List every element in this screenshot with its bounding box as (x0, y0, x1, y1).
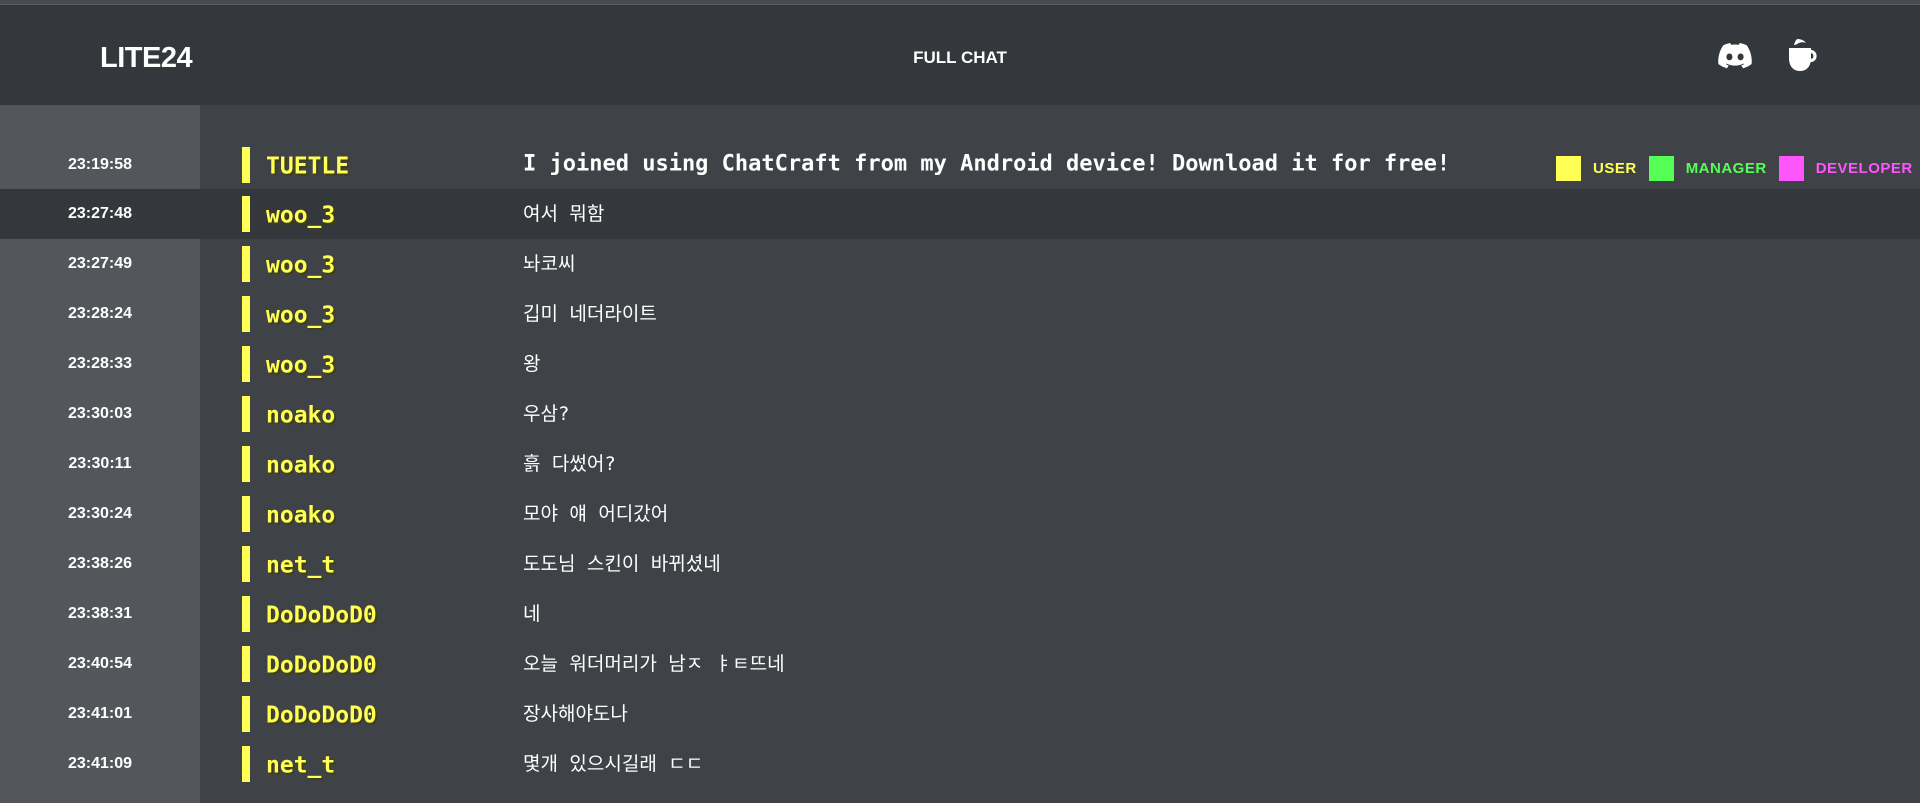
chat-row: 23:28:24 woo_3 깁미 네더라이트 (0, 289, 1920, 339)
message-text: I joined using ChatCraft from my Android… (523, 150, 1451, 176)
message-text: 흙 다썼어? (523, 453, 616, 476)
discord-icon[interactable] (1718, 42, 1752, 70)
chat-log[interactable]: 23:19:58 TUETLE I joined using ChatCraft… (0, 140, 1920, 789)
chat-row: 23:41:01 DoDoDoD0 장사해야도나 (0, 689, 1920, 739)
timestamp: 23:41:09 (67, 755, 133, 772)
user-role-bar (242, 446, 250, 482)
chat-row: 23:41:09 net_t 몇개 있으시길래 ㄷㄷ (0, 739, 1920, 789)
timestamp: 23:28:33 (67, 355, 133, 372)
chat-row: 23:28:33 woo_3 왕 (0, 339, 1920, 389)
user-role-bar (242, 696, 250, 732)
timestamp: 23:30:11 (68, 455, 132, 472)
message-text: 깁미 네더라이트 (523, 303, 657, 326)
username[interactable]: DoDoDoD0 (266, 652, 377, 678)
chat-row: 23:30:03 noako 우삼? (0, 389, 1920, 439)
user-role-bar (242, 196, 250, 232)
timestamp: 23:30:24 (67, 505, 133, 522)
message-text: 몇개 있으시길래 ㄷㄷ (523, 753, 704, 776)
username[interactable]: noako (266, 402, 335, 428)
username[interactable]: net_t (266, 552, 335, 578)
message-text: 여서 뭐함 (523, 203, 605, 226)
message-text: 우삼? (523, 403, 570, 426)
user-role-bar (242, 396, 250, 432)
message-text: 왕 (523, 353, 541, 376)
message-text: 모야 얘 어디갔어 (523, 503, 669, 526)
user-role-bar (242, 496, 250, 532)
username[interactable]: woo_3 (266, 302, 335, 328)
timestamp: 23:41:01 (67, 705, 133, 722)
username[interactable]: DoDoDoD0 (266, 602, 377, 628)
user-role-bar (242, 296, 250, 332)
coffee-icon[interactable] (1786, 38, 1820, 74)
username[interactable]: net_t (266, 752, 335, 778)
timestamp: 23:38:31 (67, 605, 133, 622)
user-role-bar (242, 346, 250, 382)
chat-row: 23:40:54 DoDoDoD0 오늘 워더머리가 남ㅈ ㅑㅌ뜨네 (0, 639, 1920, 689)
chat-row: 23:30:24 noako 모야 얘 어디갔어 (0, 489, 1920, 539)
chat-row: 23:30:11 noako 흙 다썼어? (0, 439, 1920, 489)
username[interactable]: noako (266, 502, 335, 528)
chat-row: 23:27:49 woo_3 놔코씨 (0, 239, 1920, 289)
timestamp: 23:30:03 (67, 405, 133, 422)
page-title: FULL CHAT (913, 48, 1007, 67)
timestamp: 23:19:58 (67, 155, 133, 173)
timestamp: 23:28:24 (67, 305, 133, 322)
username[interactable]: TUETLE (266, 153, 349, 179)
message-text: 장사해야도나 (523, 703, 628, 726)
chat-row: 23:19:58 TUETLE I joined using ChatCraft… (0, 140, 1920, 189)
app-header: LITE24 FULL CHAT (0, 5, 1920, 105)
user-role-bar (242, 596, 250, 632)
timestamp: 23:27:49 (67, 255, 133, 272)
message-text: 놔코씨 (523, 253, 576, 276)
user-role-bar (242, 546, 250, 582)
username[interactable]: noako (266, 452, 335, 478)
user-role-bar (242, 146, 250, 183)
user-role-bar (242, 646, 250, 682)
user-role-bar (242, 746, 250, 782)
message-text: 오늘 워더머리가 남ㅈ ㅑㅌ뜨네 (523, 653, 785, 676)
chat-row: 23:27:48 woo_3 여서 뭐함 (0, 189, 1920, 239)
username[interactable]: woo_3 (266, 252, 335, 278)
username[interactable]: woo_3 (266, 202, 335, 228)
message-text: 도도님 스킨이 바뀌셨네 (523, 553, 721, 576)
timestamp: 23:40:54 (67, 655, 133, 672)
user-role-bar (242, 246, 250, 282)
chat-row: 23:38:26 net_t 도도님 스킨이 바뀌셨네 (0, 539, 1920, 589)
chat-row: 23:38:31 DoDoDoD0 네 (0, 589, 1920, 639)
timestamp: 23:38:26 (67, 555, 133, 572)
timestamp: 23:27:48 (0, 189, 200, 239)
message-text: 네 (523, 603, 541, 626)
username[interactable]: DoDoDoD0 (266, 702, 377, 728)
username[interactable]: woo_3 (266, 352, 335, 378)
